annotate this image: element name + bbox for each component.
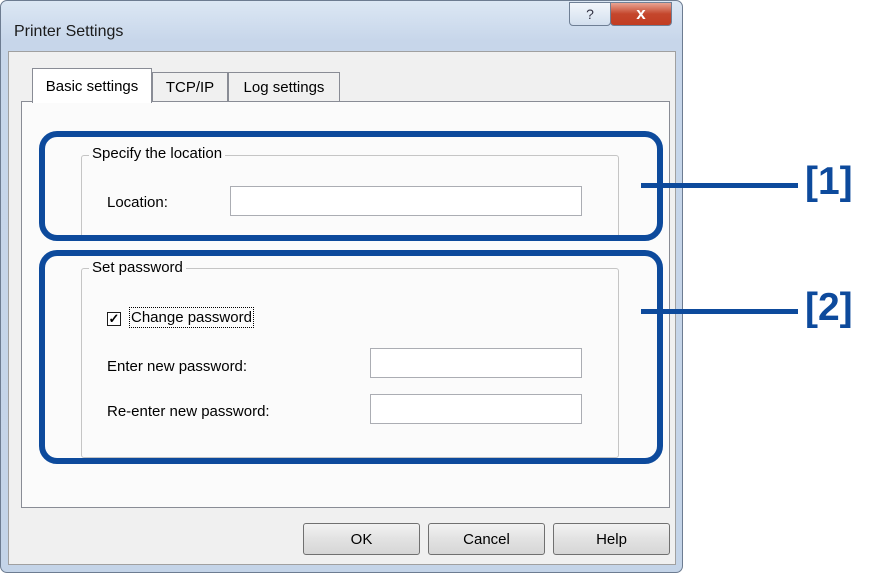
callout-line-1 bbox=[641, 183, 798, 188]
title-help-button[interactable]: ? bbox=[569, 2, 611, 26]
ok-button[interactable]: OK bbox=[303, 523, 420, 555]
tab-basic-settings[interactable]: Basic settings bbox=[32, 68, 152, 103]
window-title: Printer Settings bbox=[14, 23, 124, 40]
callout-label-1: [1] bbox=[805, 160, 853, 203]
callout-box-2 bbox=[39, 250, 663, 464]
close-icon: x bbox=[636, 4, 646, 23]
callout-line-2 bbox=[641, 309, 798, 314]
help-button[interactable]: Help bbox=[553, 523, 670, 555]
tab-log-settings[interactable]: Log settings bbox=[228, 72, 340, 102]
tab-tcp-ip[interactable]: TCP/IP bbox=[152, 72, 228, 102]
cancel-button[interactable]: Cancel bbox=[428, 523, 545, 555]
question-icon: ? bbox=[586, 6, 594, 22]
callout-box-1 bbox=[39, 131, 663, 241]
callout-label-2: [2] bbox=[805, 286, 853, 329]
title-close-button[interactable]: x bbox=[610, 2, 672, 26]
